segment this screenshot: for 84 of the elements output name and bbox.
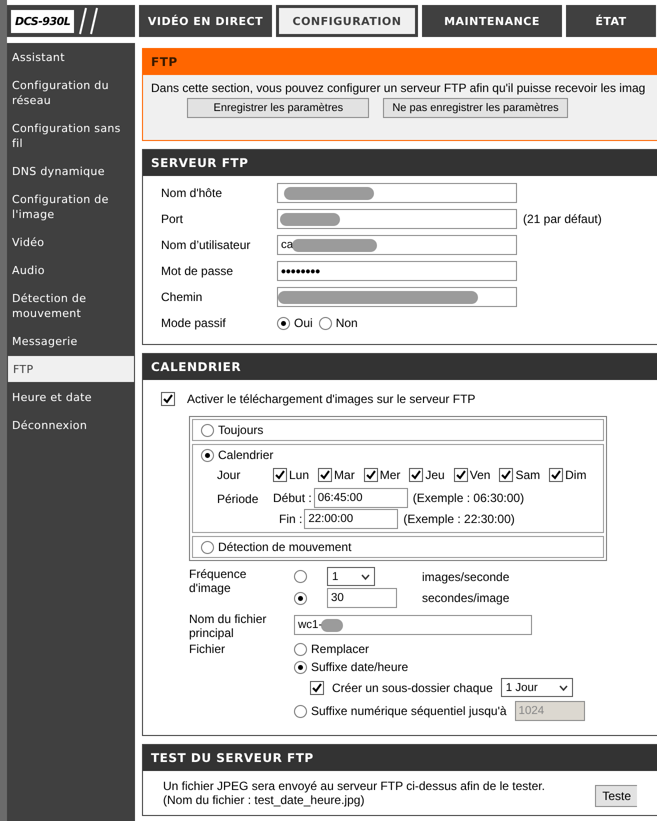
checkbox[interactable] — [161, 392, 175, 406]
radio-button[interactable] — [294, 660, 307, 674]
caret-icon — [558, 684, 568, 690]
radio-button[interactable] — [294, 704, 307, 718]
frame-rate-select[interactable]: 1 — [327, 567, 375, 586]
field-label: Période — [216, 491, 260, 508]
radio-button[interactable] — [294, 642, 307, 656]
unit-label: images/seconde — [422, 570, 510, 584]
intro-text: Dans cette section, vous pouvez configurer un serveur FTP afin qu'il puisse recevoir les imag — [151, 81, 646, 95]
checkbox[interactable] — [318, 468, 332, 482]
day-label: Mer — [380, 468, 400, 482]
option-label: Oui — [294, 316, 313, 330]
slashes-icon — [78, 7, 100, 35]
nav-tab[interactable]: VIDÉO EN DIRECT — [139, 5, 272, 37]
radio-button[interactable] — [294, 570, 307, 583]
checkbox-label: Créer un sous-dossier chaque — [332, 680, 493, 694]
day-label: Ven — [470, 468, 490, 482]
radio-button[interactable] — [294, 592, 307, 604]
field-label: Jour — [216, 468, 242, 482]
nav-tab[interactable]: CONFIGURATION — [276, 5, 418, 37]
radio-button[interactable] — [201, 540, 214, 554]
checkbox[interactable] — [499, 468, 514, 482]
option-label: Calendrier — [218, 448, 274, 462]
panel-title: SERVEUR FTP — [143, 150, 657, 176]
radio-button[interactable] — [277, 316, 290, 330]
option-label: Remplacer — [311, 642, 370, 656]
time-field[interactable]: 22:00:00 — [304, 509, 398, 529]
option-label: Non — [336, 316, 358, 330]
field-label: Nom d'hôte — [161, 186, 223, 200]
checkbox[interactable] — [310, 680, 324, 694]
field-label: Fichier — [189, 642, 226, 656]
input-field[interactable]: wc1- — [294, 615, 532, 635]
radio-button[interactable] — [201, 448, 214, 462]
field-label: Nom du fichier principal — [189, 611, 268, 640]
time-field[interactable]: 06:45:00 — [314, 488, 408, 508]
field-label: Début : — [273, 491, 312, 505]
panel-title: CALENDRIER — [143, 354, 657, 380]
field-label: Fréquence d'image — [189, 567, 248, 595]
day-label: Dim — [565, 468, 586, 482]
sidebar-item[interactable]: FTP — [8, 356, 134, 382]
field-label: Chemin — [161, 290, 204, 304]
checkbox[interactable] — [454, 468, 468, 482]
field-label: Mode passif — [161, 316, 227, 330]
test-button[interactable]: Teste — [595, 785, 637, 807]
day-label: Jeu — [425, 468, 445, 482]
day-label: Mar — [334, 468, 355, 482]
input-field[interactable] — [277, 287, 517, 307]
example-text: (Exemple : 06:30:00) — [412, 491, 524, 505]
option-label: Suffixe numérique séquentiel jusqu'à — [311, 704, 507, 718]
radio-button[interactable] — [201, 424, 214, 436]
field-label: Port — [161, 212, 184, 226]
description-text: Un fichier JPEG sera envoyé au serveur FTP ci-dessus afin de le tester. — [163, 779, 545, 793]
radio-button[interactable] — [318, 316, 332, 330]
description-text: (Nom du fichier : test_date_heure.jpg) — [163, 793, 366, 807]
panel-title: FTP — [143, 49, 657, 75]
checkbox[interactable] — [549, 468, 564, 482]
interval-field[interactable]: 30 — [327, 588, 397, 608]
option-label: Toujours — [218, 423, 264, 437]
input-field[interactable]: ca — [277, 235, 517, 255]
logo-text: DCS-930L — [11, 10, 74, 32]
interval-select[interactable]: 1 Jour — [500, 678, 573, 697]
field-label: Fin : — [279, 512, 302, 526]
day-label: Sam — [515, 468, 540, 482]
option-label: Suffixe date/heure — [311, 660, 408, 674]
checkbox[interactable] — [409, 468, 424, 482]
input-field[interactable] — [277, 183, 517, 203]
checkbox[interactable] — [364, 468, 378, 482]
checkbox[interactable] — [273, 468, 287, 482]
field-label: Nom d’utilisateur — [161, 238, 252, 252]
caret-icon — [361, 574, 370, 580]
example-text: (Exemple : 22:30:00) — [403, 512, 515, 526]
input-field[interactable] — [277, 209, 517, 229]
field-label: Mot de passe — [161, 264, 234, 278]
action-button[interactable]: Ne pas enregistrer les paramètres — [383, 98, 568, 118]
checkbox-label: Activer le téléchargement d'images sur le serveur FTP — [187, 392, 476, 406]
unit-label: secondes/image — [422, 591, 510, 605]
nav-tab[interactable]: ÉTAT — [566, 5, 656, 37]
nav-tab[interactable]: MAINTENANCE — [422, 5, 562, 37]
panel-title: TEST DU SERVEUR FTP — [143, 745, 657, 771]
option-label: Détection de mouvement — [218, 540, 352, 554]
field-hint: (21 par défaut) — [523, 212, 602, 226]
action-button[interactable]: Enregistrer les paramètres — [187, 98, 370, 118]
input-field[interactable]: •••••••• — [277, 261, 517, 281]
day-label: Lun — [289, 468, 310, 482]
